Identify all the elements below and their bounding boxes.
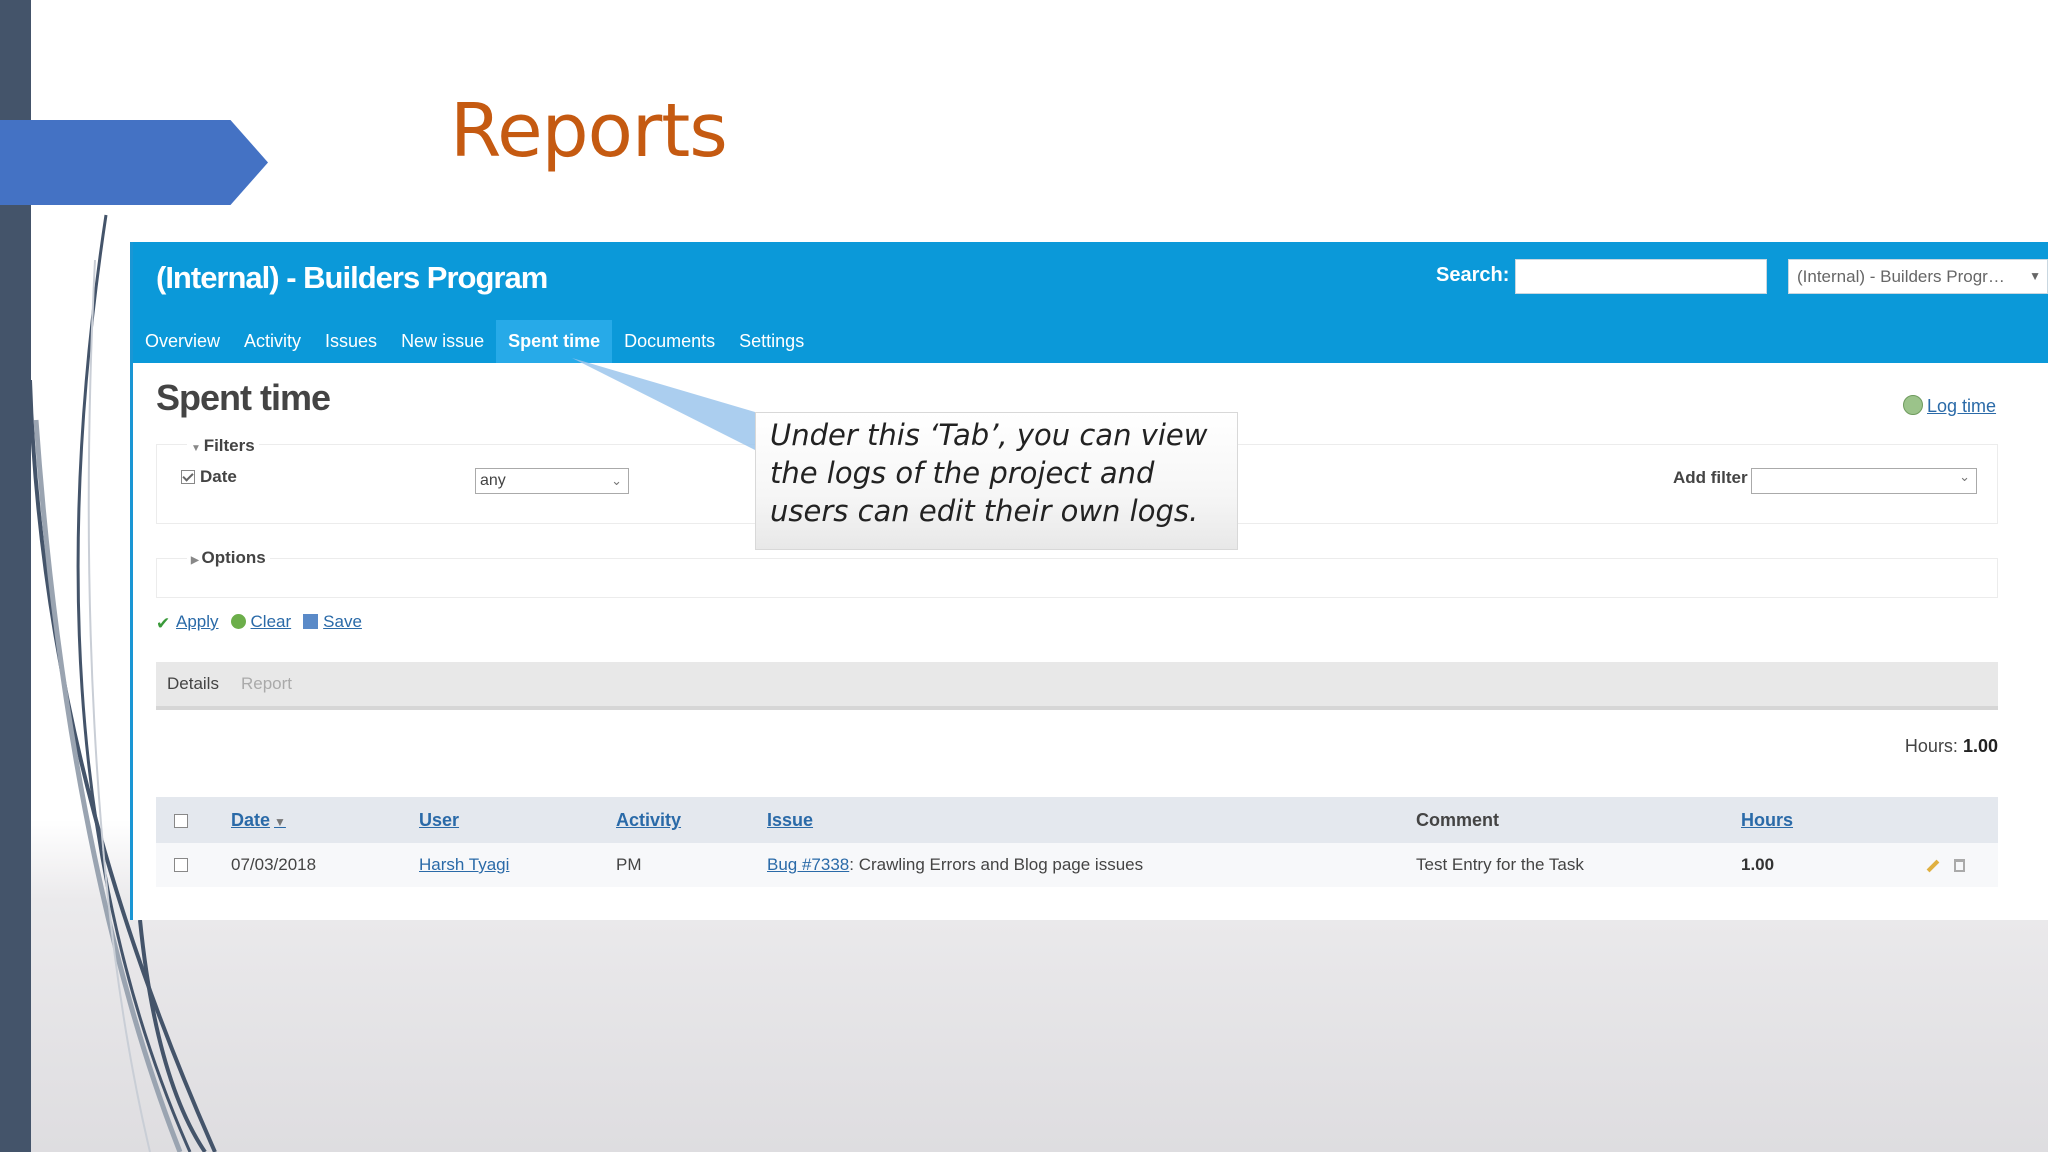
callout-pointer: [572, 358, 755, 450]
callout-text: Under this ‘Tab’, you can view the logs …: [770, 418, 1208, 528]
